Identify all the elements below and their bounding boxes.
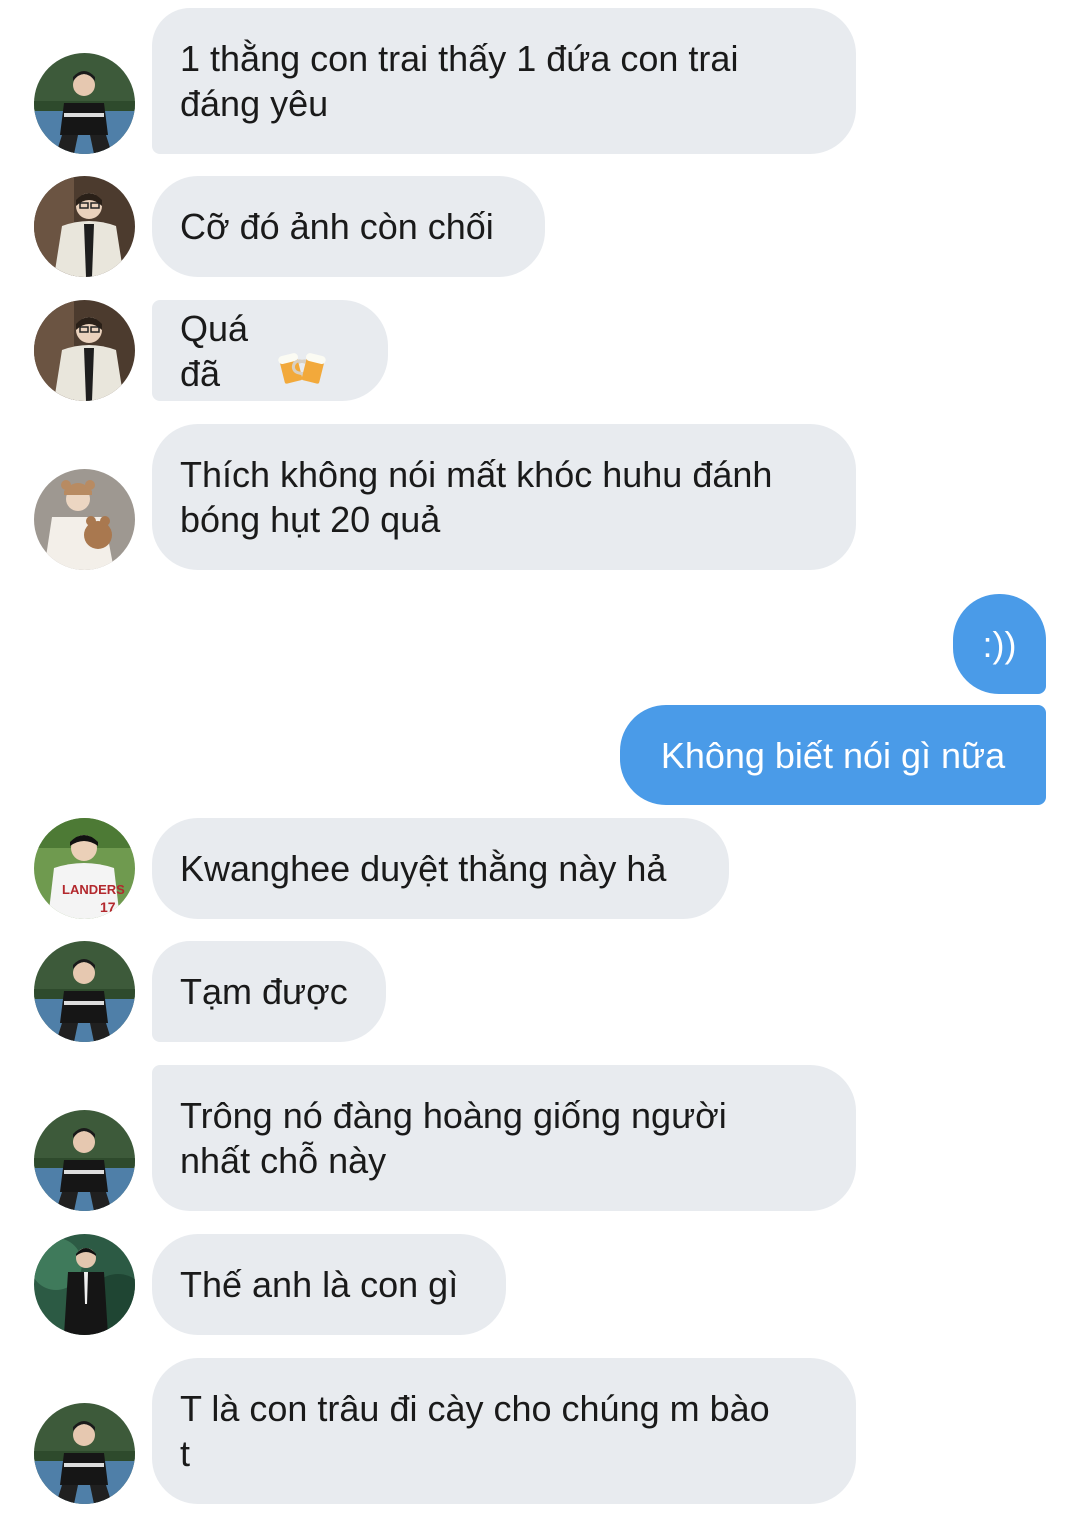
message-bubble[interactable]: 1 thằng con trai thấy 1 đứa con trai đán… [152,8,856,154]
avatar-photo-icon [34,1234,135,1335]
message-text: Quá đã [180,307,259,394]
avatar-photo-icon [34,941,135,1042]
avatar[interactable] [34,176,135,277]
svg-text:LANDERS: LANDERS [62,882,125,897]
beer-mugs-icon [278,258,360,443]
message-bubble[interactable]: Kwanghee duyệt thằng này hả [152,818,729,919]
message-text: T là con trâu đi cày cho chúng m bào t [180,1388,770,1474]
avatar[interactable] [34,1234,135,1335]
message-bubble[interactable]: Thế anh là con gì [152,1234,506,1335]
avatar[interactable] [34,53,135,154]
message-text: :)) [982,623,1017,665]
avatar[interactable] [34,1403,135,1504]
message-text: Cỡ đó ảnh còn chối [180,206,494,247]
avatar-photo-icon [34,469,135,570]
avatar[interactable]: LANDERS 17 [34,818,135,919]
message-bubble[interactable]: Trông nó đàng hoàng giống người nhất chỗ… [152,1065,856,1211]
avatar[interactable] [34,300,135,401]
message-text: Không biết nói gì nữa [660,734,1006,776]
avatar-photo-icon [34,1110,135,1211]
avatar[interactable] [34,941,135,1042]
message-text: Tạm được [180,971,348,1012]
avatar[interactable] [34,469,135,570]
avatar-photo-icon [34,1403,135,1504]
avatar-photo-icon [34,300,135,401]
avatar-photo-icon [34,53,135,154]
message-bubble[interactable]: :)) [953,594,1046,694]
message-text: Thích không nói mất khóc huhu đánh bóng … [180,454,773,540]
svg-text:17: 17 [100,899,116,915]
avatar-photo-icon: LANDERS 17 [34,818,135,919]
message-text: Trông nó đàng hoàng giống người nhất chỗ… [180,1095,727,1181]
avatar[interactable] [34,1110,135,1211]
message-text: Thế anh là con gì [180,1264,459,1305]
message-text: 1 thằng con trai thấy 1 đứa con trai đán… [180,38,739,124]
message-bubble[interactable]: Quá đã [152,300,388,401]
message-bubble[interactable]: Tạm được [152,941,386,1042]
avatar-photo-icon [34,176,135,277]
message-bubble[interactable]: Thích không nói mất khóc huhu đánh bóng … [152,424,856,570]
message-text: Kwanghee duyệt thằng này hả [180,848,667,889]
message-bubble[interactable]: T là con trâu đi cày cho chúng m bào t [152,1358,856,1504]
message-bubble[interactable]: Không biết nói gì nữa [620,705,1046,805]
